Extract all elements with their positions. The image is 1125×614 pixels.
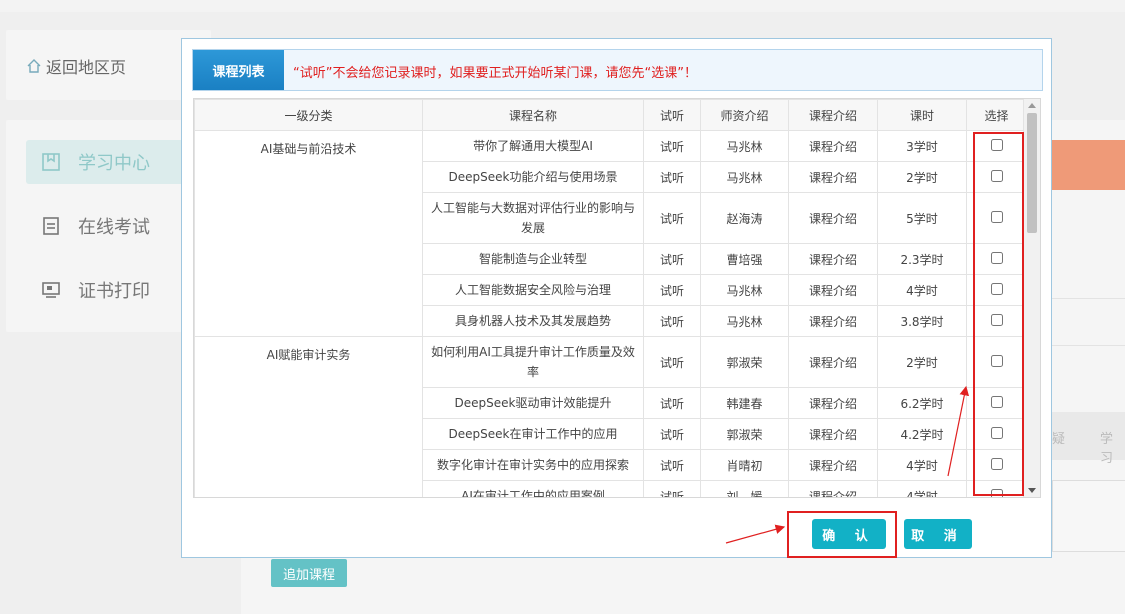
arrow-to-checkboxes [947, 385, 970, 477]
annotation-arrows [725, 385, 970, 544]
arrow-to-confirm [725, 524, 786, 544]
